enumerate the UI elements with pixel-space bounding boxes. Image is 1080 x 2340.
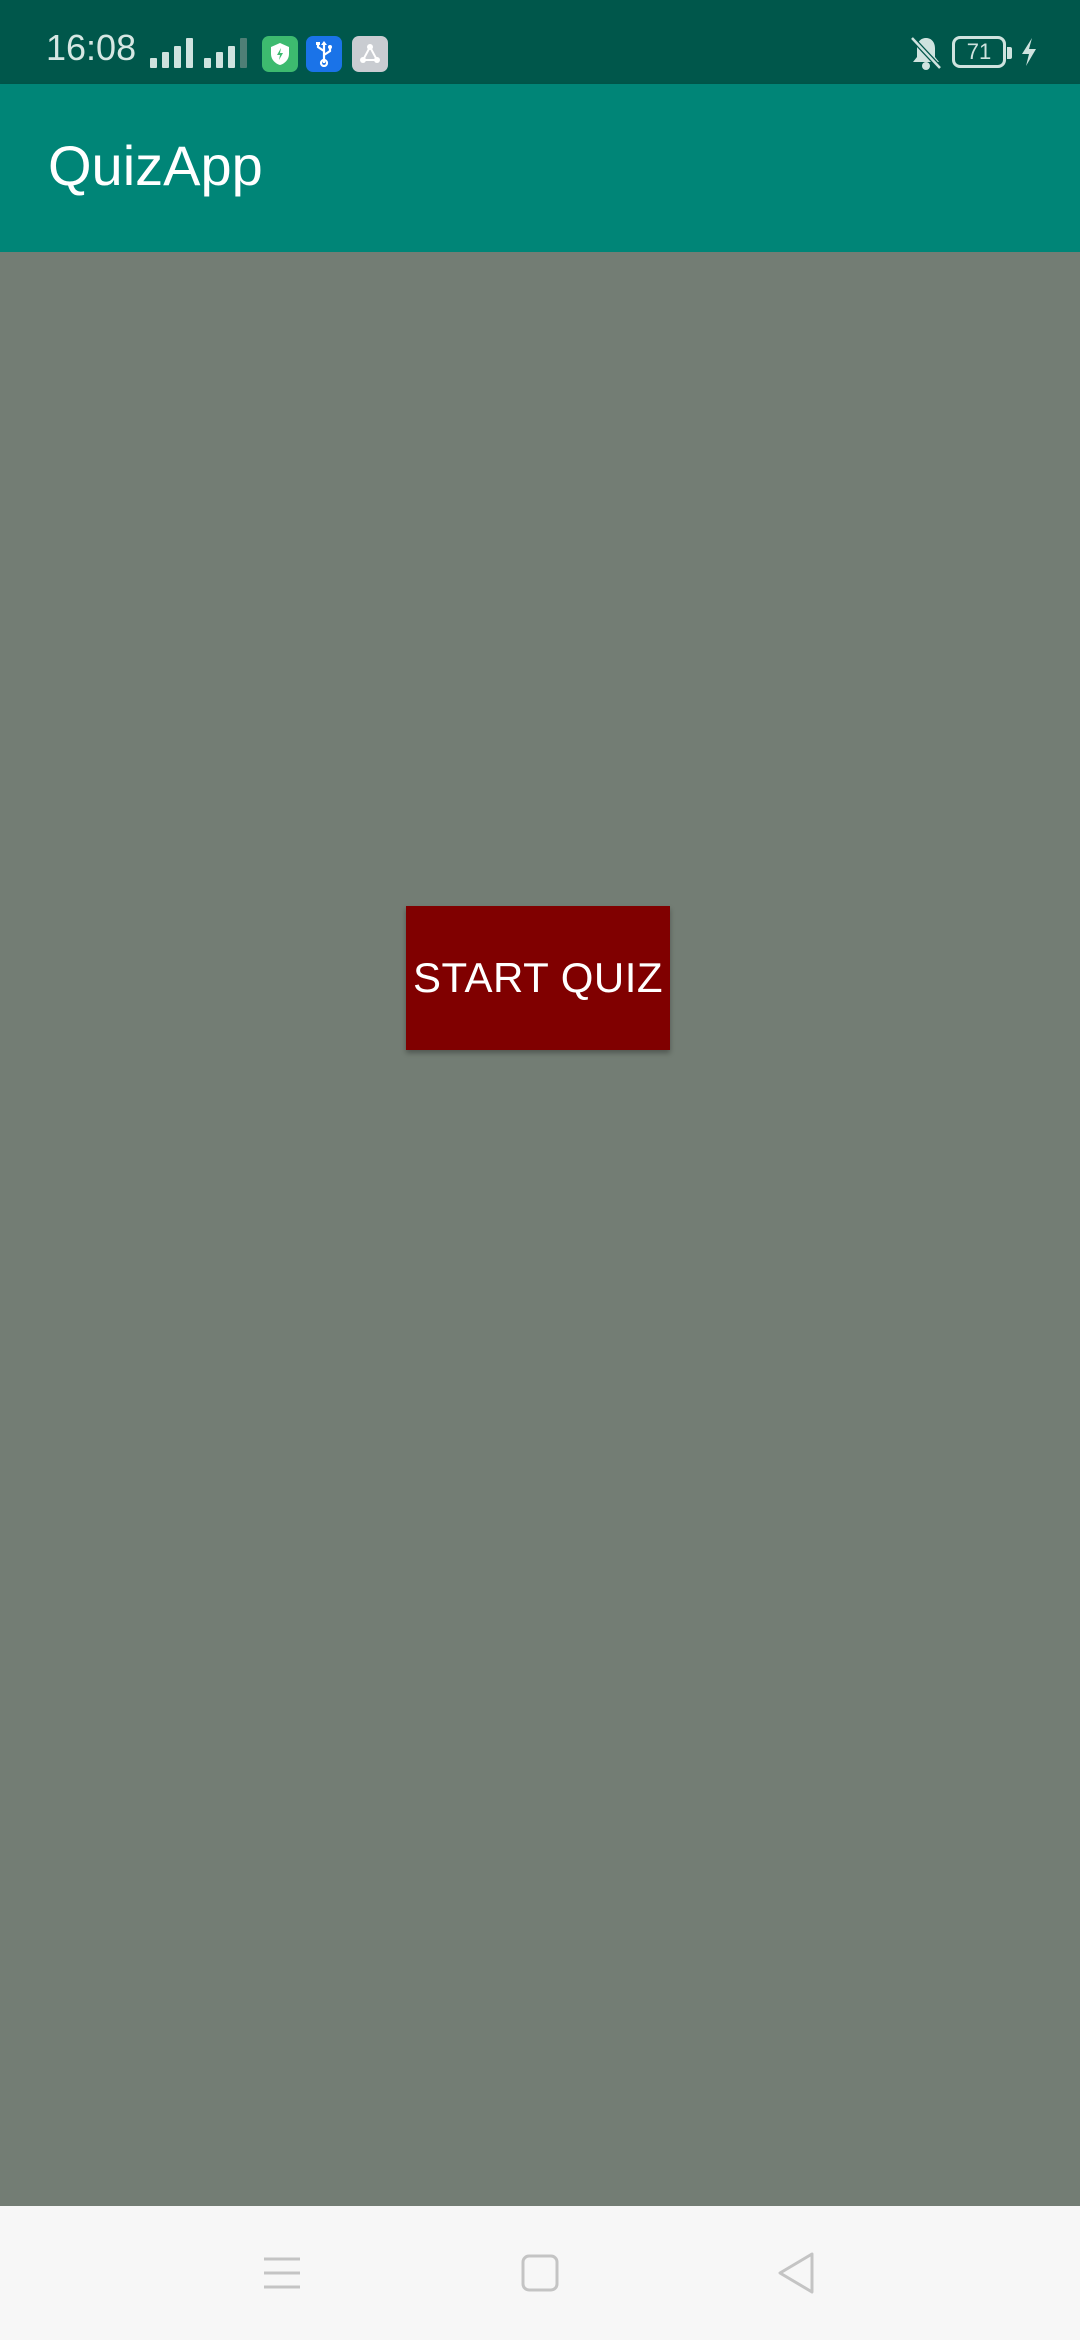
usb-icon xyxy=(306,36,342,72)
navigation-bar xyxy=(0,2206,1080,2340)
status-time: 16:08 xyxy=(46,27,137,68)
signal-icon xyxy=(150,38,193,68)
signal-icon xyxy=(204,38,247,68)
main-content xyxy=(0,252,1080,2206)
app-bar: QuizApp xyxy=(0,84,1080,252)
home-icon[interactable] xyxy=(508,2241,572,2305)
menu-icon[interactable] xyxy=(250,2241,314,2305)
battery-level: 71 xyxy=(966,39,992,64)
bell-off-icon xyxy=(908,34,944,72)
start-quiz-button[interactable]: START QUIZ xyxy=(406,906,670,1050)
share-icon xyxy=(352,36,388,72)
status-bar: 16:08 71 xyxy=(0,0,1080,84)
battery-icon: 71 xyxy=(952,36,1012,68)
shield-app-icon xyxy=(262,36,298,72)
page-title: QuizApp xyxy=(48,134,263,197)
charging-icon xyxy=(1018,36,1040,68)
back-icon[interactable] xyxy=(764,2241,828,2305)
